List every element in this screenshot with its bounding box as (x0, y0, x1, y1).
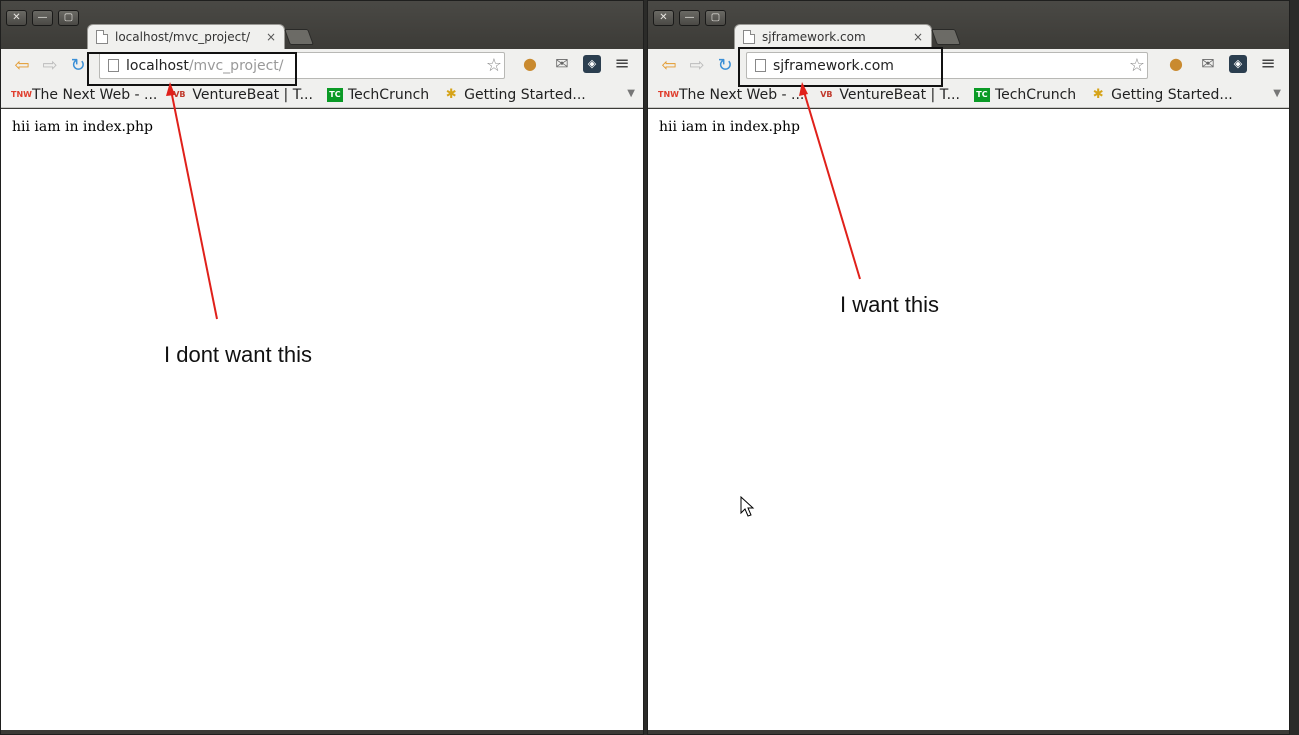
window-controls: ✕ — ▢ (6, 10, 79, 26)
cookie-icon[interactable]: ● (519, 53, 541, 75)
new-tab-button[interactable] (284, 29, 314, 45)
bookmark-label: VentureBeat | T... (839, 87, 960, 103)
menu-icon[interactable]: ≡ (1257, 53, 1279, 75)
forward-icon[interactable]: ⇨ (37, 53, 63, 79)
browser-window-right: ✕ — ▢ sjframework.com × ⇦ ⇨ ↻ sjframewor… (647, 0, 1290, 735)
tab-title: sjframework.com (762, 30, 866, 44)
getting-started-icon: ✱ (445, 87, 457, 102)
mail-icon[interactable]: ✉ (551, 53, 573, 75)
back-icon[interactable]: ⇦ (656, 53, 682, 79)
window-maximize-button[interactable]: ▢ (705, 10, 726, 26)
getting-started-icon: ✱ (1092, 87, 1104, 102)
window-close-button[interactable]: ✕ (653, 10, 674, 26)
mail-icon[interactable]: ✉ (1197, 53, 1219, 75)
reload-icon[interactable]: ↻ (712, 53, 738, 79)
bookmark-item[interactable]: VB VentureBeat | T... (171, 87, 313, 103)
bookmarks-bar: TNW The Next Web - ... VB VentureBeat | T.… (1, 83, 643, 108)
page-icon (743, 30, 755, 44)
page-content: hii iam in index.php (1, 109, 643, 730)
bookmark-star-icon[interactable]: ☆ (1129, 55, 1145, 76)
menu-icon[interactable]: ≡ (611, 53, 633, 75)
extension-icons: ● ✉ ◈ ≡ (1165, 53, 1279, 75)
annotation-box-right (738, 47, 943, 87)
tnw-icon: TNW (658, 90, 679, 99)
page-icon (96, 30, 108, 44)
tab-title: localhost/mvc_project/ (115, 30, 250, 44)
tab-active[interactable]: sjframework.com × (734, 24, 932, 49)
bookmark-item[interactable]: ✱ Getting Started... (1090, 87, 1233, 103)
annotation-label-right: I want this (840, 292, 940, 317)
window-close-button[interactable]: ✕ (6, 10, 27, 26)
new-tab-button[interactable] (931, 29, 961, 45)
tab-active[interactable]: localhost/mvc_project/ × (87, 24, 285, 49)
bookmark-label: TechCrunch (347, 87, 430, 103)
venturebeat-icon: VB (173, 90, 186, 99)
bookmark-label: Getting Started... (1111, 87, 1233, 103)
back-icon[interactable]: ⇦ (9, 53, 35, 79)
bookmark-label: VentureBeat | T... (192, 87, 313, 103)
window-minimize-button[interactable]: — (679, 10, 700, 26)
window-maximize-button[interactable]: ▢ (58, 10, 79, 26)
forward-icon[interactable]: ⇨ (684, 53, 710, 79)
tnw-icon: TNW (11, 90, 32, 99)
cookie-icon[interactable]: ● (1165, 53, 1187, 75)
extension-icons: ● ✉ ◈ ≡ (519, 53, 633, 75)
techcrunch-icon: TC (973, 88, 990, 102)
bookmark-label: TechCrunch (994, 87, 1077, 103)
bookmark-item[interactable]: TNW The Next Web - ... (11, 87, 157, 103)
bookmarks-overflow-icon[interactable]: ▼ (627, 88, 635, 99)
bookmark-star-icon[interactable]: ☆ (486, 55, 502, 76)
tab-close-icon[interactable]: × (913, 30, 923, 44)
tab-close-icon[interactable]: × (266, 30, 276, 44)
bookmark-label: The Next Web - ... (679, 87, 805, 103)
bookmark-item[interactable]: TC TechCrunch (326, 87, 430, 103)
extension-icon[interactable]: ◈ (1229, 55, 1247, 73)
bookmark-item[interactable]: VB VentureBeat | T... (818, 87, 960, 103)
page-text: hii iam in index.php (659, 119, 800, 135)
page-text: hii iam in index.php (12, 119, 153, 135)
venturebeat-icon: VB (820, 90, 833, 99)
browser-window-left: ✕ — ▢ localhost/mvc_project/ × ⇦ ⇨ ↻ loc… (0, 0, 644, 735)
page-content: hii iam in index.php (648, 109, 1289, 730)
bookmark-label: Getting Started... (464, 87, 586, 103)
bookmark-item[interactable]: TC TechCrunch (973, 87, 1077, 103)
annotation-label-left: I dont want this (164, 342, 312, 367)
titlebar: ✕ — ▢ localhost/mvc_project/ × (1, 1, 643, 49)
bookmark-item[interactable]: TNW The Next Web - ... (658, 87, 804, 103)
bookmark-item[interactable]: ✱ Getting Started... (443, 87, 586, 103)
annotation-box-left (87, 52, 297, 86)
window-controls: ✕ — ▢ (653, 10, 726, 26)
bookmarks-overflow-icon[interactable]: ▼ (1273, 88, 1281, 99)
mouse-cursor-icon (740, 496, 755, 517)
bookmark-label: The Next Web - ... (32, 87, 158, 103)
titlebar: ✕ — ▢ sjframework.com × (648, 1, 1289, 49)
techcrunch-icon: TC (326, 88, 343, 102)
window-minimize-button[interactable]: — (32, 10, 53, 26)
extension-icon[interactable]: ◈ (583, 55, 601, 73)
